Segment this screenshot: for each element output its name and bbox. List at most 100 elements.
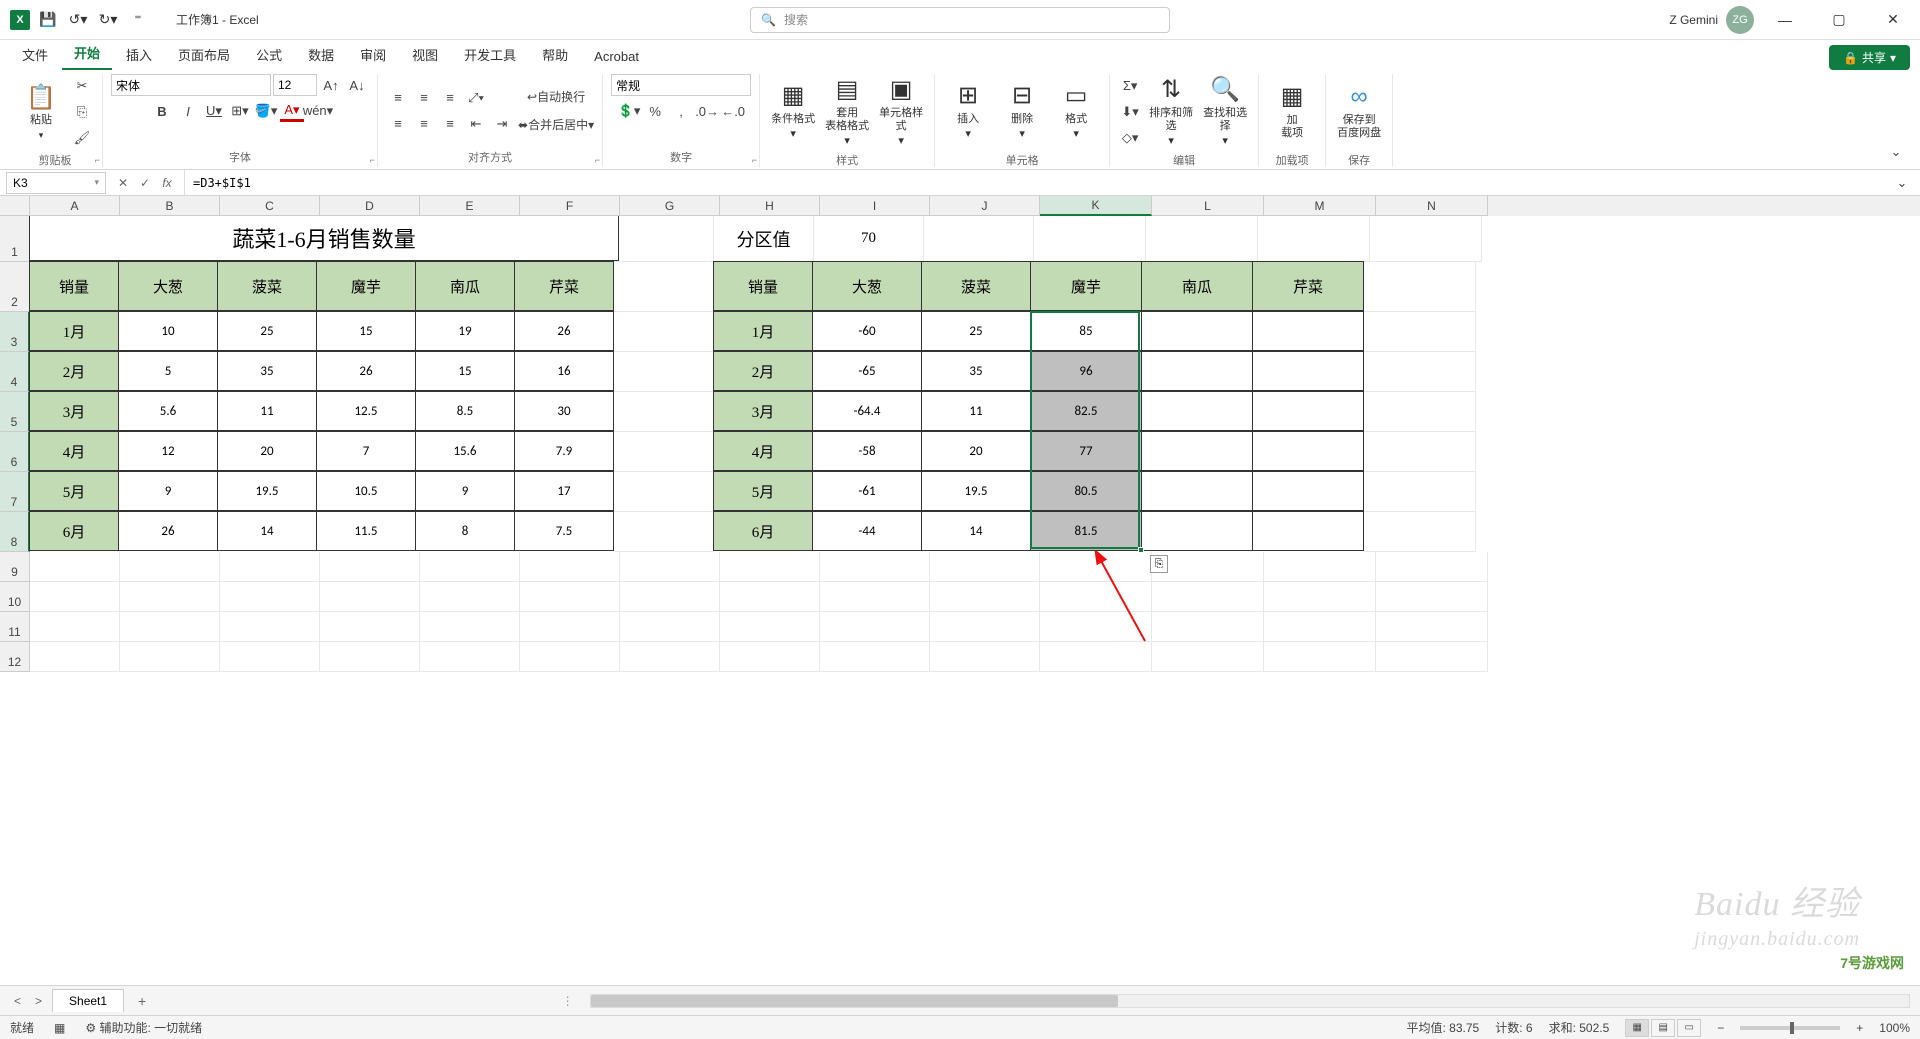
cell-C2[interactable]: 菠菜 [217,261,317,311]
cell-M4[interactable] [1252,351,1364,391]
delete-cells-button[interactable]: ⊟删除▾ [997,74,1047,150]
cell-E2[interactable]: 南瓜 [415,261,515,311]
tab-developer[interactable]: 开发工具 [452,39,528,70]
sheet-nav-next-icon[interactable]: > [31,994,46,1008]
cell-E3[interactable]: 19 [415,311,515,351]
cell-G4[interactable] [614,352,714,392]
search-input[interactable]: 🔍 搜索 [750,7,1170,33]
cell-H8[interactable]: 6月 [713,511,813,551]
row-header[interactable]: 8 [0,512,30,552]
status-accessibility[interactable]: ⚙ 辅助功能: 一切就绪 [85,1019,202,1036]
cell-H10[interactable] [720,582,820,612]
cell-N11[interactable] [1376,612,1488,642]
tab-page-layout[interactable]: 页面布局 [166,39,242,70]
insert-cells-button[interactable]: ⊞插入▾ [943,74,993,150]
cell-G10[interactable] [620,582,720,612]
cell-B2[interactable]: 大葱 [118,261,218,311]
cell-H7[interactable]: 5月 [713,471,813,511]
cell-H3[interactable]: 1月 [713,311,813,351]
number-format-select[interactable] [611,74,751,96]
cell-F6[interactable]: 7.9 [514,431,614,471]
cell-M5[interactable] [1252,391,1364,431]
cell-H5[interactable]: 3月 [713,391,813,431]
cell-K3[interactable]: 85 [1030,311,1142,351]
cell-D12[interactable] [320,642,420,672]
cell-A11[interactable] [30,612,120,642]
cell-F2[interactable]: 芹菜 [514,261,614,311]
cell-B4[interactable]: 5 [118,351,218,391]
cell-L10[interactable] [1152,582,1264,612]
cell-I3[interactable]: -60 [812,311,922,351]
cell-M11[interactable] [1264,612,1376,642]
border-icon[interactable]: ⊞▾ [228,100,252,122]
col-header[interactable]: I [820,196,930,216]
row-header[interactable]: 1 [0,216,30,262]
cell-B6[interactable]: 12 [118,431,218,471]
cell-B5[interactable]: 5.6 [118,391,218,431]
cell-L1[interactable] [1146,216,1258,262]
share-button[interactable]: 🔒 共享 ▾ [1829,45,1910,70]
dialog-launcher-icon[interactable]: ⌐ [752,155,757,165]
cell-H12[interactable] [720,642,820,672]
cell-H9[interactable] [720,552,820,582]
align-center-icon[interactable]: ≡ [412,113,436,135]
cell-K10[interactable] [1040,582,1152,612]
undo-icon[interactable]: ↺▾ [66,8,90,32]
cell-L2[interactable]: 南瓜 [1141,261,1253,311]
cell-N6[interactable] [1364,432,1476,472]
col-header[interactable]: L [1152,196,1264,216]
cell-F12[interactable] [520,642,620,672]
ribbon-collapse-icon[interactable]: ⌄ [1884,141,1908,163]
tab-review[interactable]: 审阅 [348,39,398,70]
comma-icon[interactable]: , [669,100,693,122]
row-header[interactable]: 3 [0,312,30,352]
cell-F4[interactable]: 16 [514,351,614,391]
cell-J4[interactable]: 35 [921,351,1031,391]
cell-D11[interactable] [320,612,420,642]
cell-H1[interactable]: 分区值 [714,216,814,262]
cell-styles-button[interactable]: ▣单元格样式▾ [876,74,926,150]
cell-D2[interactable]: 魔芋 [316,261,416,311]
col-header[interactable]: N [1376,196,1488,216]
decrease-font-icon[interactable]: A↓ [345,74,369,96]
col-header[interactable]: G [620,196,720,216]
cell-G8[interactable] [614,512,714,552]
cell-C12[interactable] [220,642,320,672]
status-record-icon[interactable]: ▦ [54,1021,65,1035]
cell-D3[interactable]: 15 [316,311,416,351]
cell-K4[interactable]: 96 [1030,351,1142,391]
col-header[interactable]: K [1040,196,1152,216]
cell-L9[interactable] [1152,552,1264,582]
cell-I6[interactable]: -58 [812,431,922,471]
cell-F8[interactable]: 7.5 [514,511,614,551]
wrap-text-button[interactable]: ↩ 自动换行 [518,86,594,108]
cell-K11[interactable] [1040,612,1152,642]
fill-color-icon[interactable]: 🪣▾ [254,100,278,122]
cell-N1[interactable] [1370,216,1482,262]
cell-C10[interactable] [220,582,320,612]
align-bottom-icon[interactable]: ≡ [438,87,462,109]
cell-L11[interactable] [1152,612,1264,642]
row-header[interactable]: 10 [0,582,30,612]
sheet-tab[interactable]: Sheet1 [52,989,124,1012]
cell-N7[interactable] [1364,472,1476,512]
cell-A8[interactable]: 6月 [29,511,119,551]
font-color-icon[interactable]: A▾ [280,100,304,122]
baidu-save-button[interactable]: ∞保存到 百度网盘 [1334,74,1384,150]
cell-L3[interactable] [1141,311,1253,351]
cell-B3[interactable]: 10 [118,311,218,351]
cell-E12[interactable] [420,642,520,672]
cell-I8[interactable]: -44 [812,511,922,551]
zoom-out-button[interactable]: − [1717,1021,1724,1035]
cell-E6[interactable]: 15.6 [415,431,515,471]
fx-icon[interactable]: fx [158,176,176,190]
tab-insert[interactable]: 插入 [114,39,164,70]
cell-H6[interactable]: 4月 [713,431,813,471]
cell-L4[interactable] [1141,351,1253,391]
cell-M12[interactable] [1264,642,1376,672]
cell-K1[interactable] [1034,216,1146,262]
cell-D7[interactable]: 10.5 [316,471,416,511]
cell-L6[interactable] [1141,431,1253,471]
col-header[interactable]: M [1264,196,1376,216]
copy-icon[interactable]: ⎘ [70,101,94,123]
